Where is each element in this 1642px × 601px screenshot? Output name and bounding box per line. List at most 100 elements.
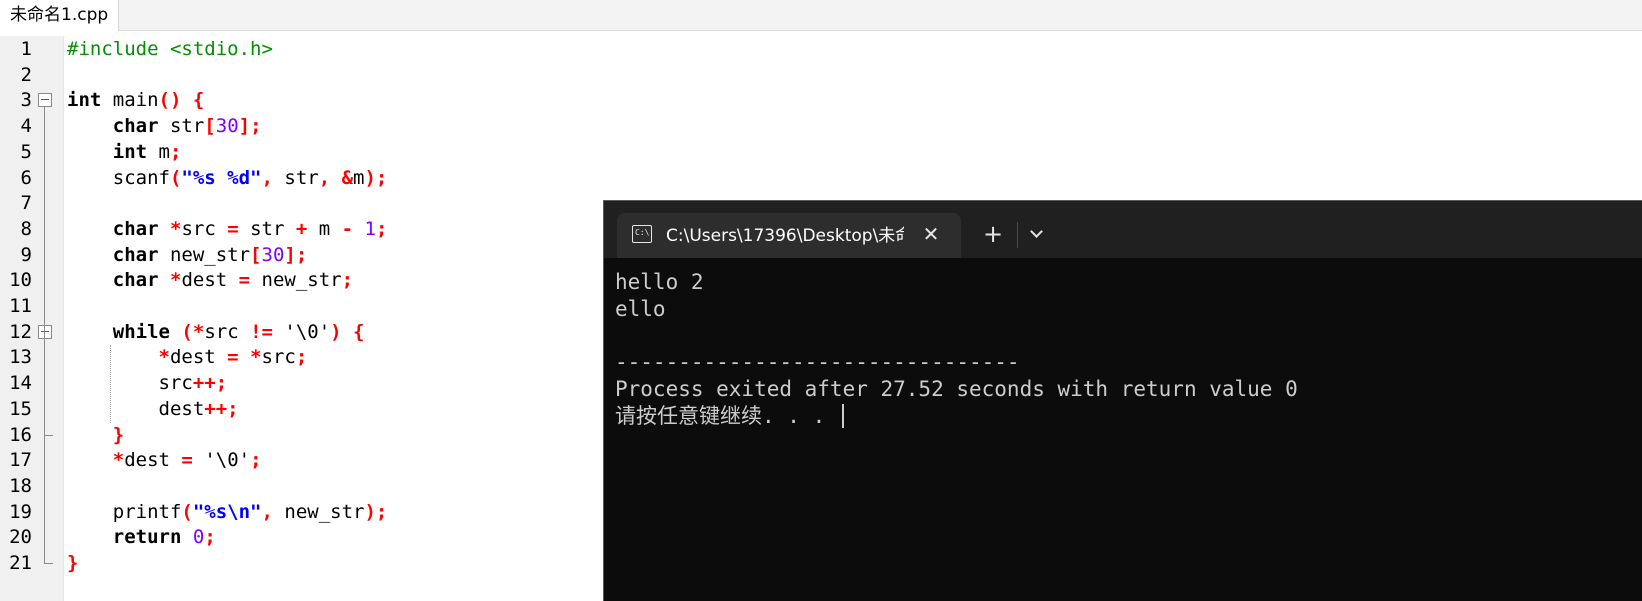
code-token: m (353, 166, 365, 189)
code-token: '\0' (272, 320, 331, 343)
add-tab-icon[interactable]: + (980, 221, 1006, 247)
line-number: 15 (9, 397, 32, 420)
chevron-down-icon[interactable] (1026, 221, 1050, 247)
line-number: 10 (9, 269, 32, 292)
code-token: int (67, 89, 102, 112)
line-number: 20 (9, 526, 32, 549)
line-number: 9 (20, 243, 32, 266)
code-token: [ (204, 115, 216, 138)
code-token: * (112, 449, 125, 472)
fold-toggle-icon[interactable] (38, 324, 52, 339)
code-token: ( (169, 166, 182, 189)
code-line: 7 (0, 190, 600, 217)
code-token: scanf (67, 166, 170, 189)
code-token: ; (204, 526, 216, 549)
code-token: ); (364, 500, 388, 523)
line-number: 17 (9, 449, 32, 472)
terminal-line-text: Process exited after 27.52 seconds with … (615, 376, 1298, 401)
code-token: ++; (192, 372, 228, 395)
editor-tab-file[interactable]: 未命名1.cpp (0, 0, 120, 31)
terminal-output[interactable]: hello 2 ello -----------------------------… (615, 269, 1642, 601)
code-token: * (169, 217, 182, 240)
code-token: 1 (364, 217, 376, 240)
code-token: '\0' (192, 449, 251, 472)
code-token: ; (341, 269, 354, 292)
terminal-line: ello (615, 296, 666, 322)
code-line: 4 char str[30]; (0, 113, 600, 140)
code-text: char str[30]; (67, 113, 262, 140)
code-line: 11 (0, 293, 600, 320)
code-token: m (307, 217, 342, 240)
code-text: *dest = '\0'; (67, 447, 262, 474)
fold-toggle-icon[interactable] (38, 93, 52, 108)
indent-guide (110, 345, 111, 423)
code-token: while (112, 320, 170, 343)
code-token: int (112, 140, 148, 163)
code-token: #include <stdio.h> (67, 38, 273, 60)
titlebar-divider (1017, 222, 1018, 248)
code-token: } (112, 423, 125, 446)
code-text: while (*src != '\0') { (67, 319, 365, 346)
close-icon[interactable]: ✕ (919, 222, 943, 246)
code-line: 1 #include <stdio.h> (0, 36, 600, 63)
code-token: src (181, 217, 228, 240)
code-token: new_str (158, 243, 251, 266)
code-text: src++; (67, 370, 228, 397)
code-token: "%s %d" (181, 166, 262, 189)
terminal-line: Process exited after 27.52 seconds with … (615, 376, 1298, 402)
code-token: ; (169, 140, 182, 163)
code-text: #include <stdio.h> (67, 36, 273, 63)
code-token: src (204, 320, 251, 343)
code-token: str (158, 115, 205, 138)
fold-end-marker (44, 421, 53, 436)
line-number: 16 (9, 423, 32, 446)
code-token: src (261, 346, 296, 369)
code-text: } (67, 550, 78, 577)
code-token: != (250, 320, 273, 343)
code-token: char (112, 269, 159, 292)
line-number: 4 (20, 115, 32, 138)
editor-tab-bar: 未命名1.cpp (0, 0, 1642, 31)
code-token: ]; (238, 115, 262, 138)
code-token: 30 (261, 243, 285, 266)
code-token: char (112, 217, 159, 240)
code-token: * (250, 346, 262, 369)
line-number: 5 (20, 140, 32, 163)
code-text: *dest = *src; (67, 344, 308, 371)
code-text: int main() { (67, 87, 204, 114)
code-token: str (238, 217, 296, 240)
code-token: src (67, 372, 193, 395)
code-token: ; (295, 346, 308, 369)
code-token: } (67, 552, 79, 574)
terminal-tab[interactable]: C:\ C:\Users\17396\Desktop\未命名1.exe ✕ (617, 213, 961, 258)
code-token: main (101, 89, 159, 112)
code-token: return (112, 526, 182, 549)
code-token: = (181, 449, 193, 472)
code-token: - (341, 217, 354, 240)
code-token: , (261, 166, 273, 189)
code-text: char new_str[30]; (67, 242, 308, 269)
code-token: (* (181, 320, 205, 343)
line-number: 18 (9, 474, 32, 497)
fold-end-marker (44, 550, 53, 564)
code-text: int m; (67, 139, 182, 166)
line-number: 2 (20, 63, 32, 86)
code-line: 2 (0, 62, 600, 89)
code-line: 9 char new_str[30]; (0, 242, 600, 269)
code-line: 5 int m; (0, 139, 600, 166)
terminal-titlebar: C:\ C:\Users\17396\Desktop\未命名1.exe ✕ + (604, 201, 1642, 258)
code-token: , & (318, 166, 354, 189)
code-line: 15 dest++; (0, 396, 600, 423)
console-icon: C:\ (632, 225, 652, 243)
terminal-line-text: ello (615, 296, 666, 321)
code-token: dest (67, 397, 205, 420)
code-token: ++; (204, 397, 239, 420)
